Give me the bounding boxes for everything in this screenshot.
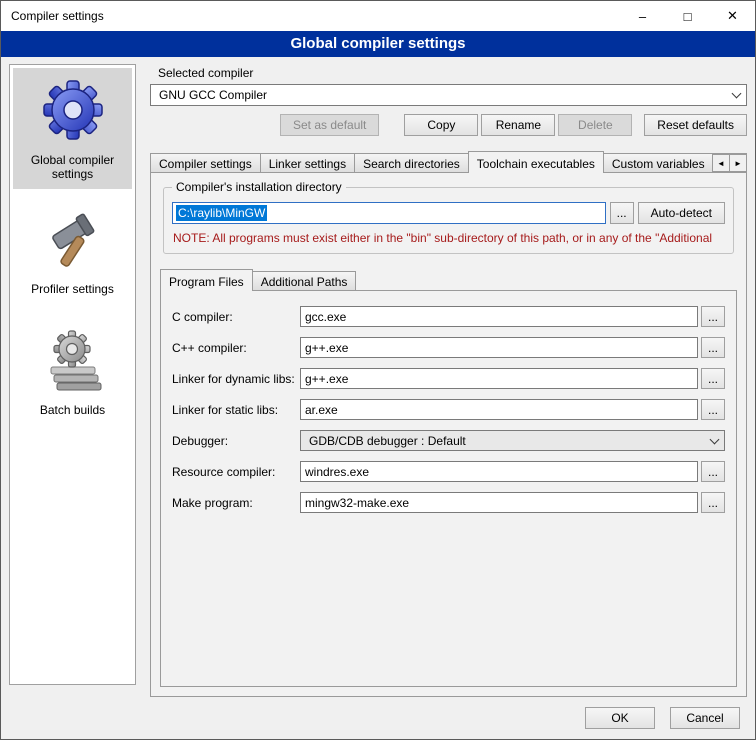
ok-button[interactable]: OK <box>585 707 655 729</box>
sidebar: Global compiler settings Profiler settin… <box>9 64 136 685</box>
right-arrow-icon: ► <box>734 159 742 168</box>
linker-dynamic-label: Linker for dynamic libs: <box>172 372 300 386</box>
set-as-default-button[interactable]: Set as default <box>280 114 379 136</box>
install-dir-browse-button[interactable]: ... <box>610 202 634 224</box>
cpp-compiler-label: C++ compiler: <box>172 341 300 355</box>
c-compiler-browse-button[interactable]: ... <box>701 306 725 327</box>
subtab-strip: Program Files Additional Paths <box>160 268 737 291</box>
linker-static-browse-button[interactable]: ... <box>701 399 725 420</box>
sidebar-item-profiler-settings[interactable]: Profiler settings <box>13 203 132 304</box>
sidebar-item-label: Global compiler settings <box>15 153 130 181</box>
compiler-select[interactable]: GNU GCC Compiler <box>150 84 747 106</box>
note-text: NOTE: All programs must exist either in … <box>173 231 724 245</box>
install-dir-selected-text: C:\raylib\MinGW <box>176 205 267 221</box>
compiler-buttons-row: Set as default Copy Rename Delete Reset … <box>150 114 747 136</box>
sidebar-item-global-compiler-settings[interactable]: Global compiler settings <box>13 68 132 189</box>
program-files-panel: C compiler: ... C++ compiler: ... Linker… <box>160 290 737 687</box>
make-program-label: Make program: <box>172 496 300 510</box>
program-subtabs: Program Files Additional Paths <box>160 268 737 291</box>
form-row-make-program: Make program: ... <box>172 492 725 513</box>
rename-button[interactable]: Rename <box>481 114 555 136</box>
debugger-label: Debugger: <box>172 434 300 448</box>
resource-compiler-label: Resource compiler: <box>172 465 300 479</box>
form-row-resource-compiler: Resource compiler: ... <box>172 461 725 482</box>
tab-custom-variables[interactable]: Custom variables <box>603 153 714 173</box>
minimize-button[interactable]: – <box>620 1 665 31</box>
cpp-compiler-input[interactable] <box>300 337 698 358</box>
debugger-select[interactable]: GDB/CDB debugger : Default <box>300 430 725 451</box>
dialog-content: Global compiler settings Profiler settin… <box>1 57 755 697</box>
titlebar: Compiler settings – □ ✕ <box>1 1 755 31</box>
auto-detect-button[interactable]: Auto-detect <box>638 202 725 224</box>
c-compiler-label: C compiler: <box>172 310 300 324</box>
cancel-button[interactable]: Cancel <box>670 707 740 729</box>
main-tabs: Compiler settings Linker settings Search… <box>150 150 747 173</box>
dialog-header: Global compiler settings <box>1 31 755 57</box>
sidebar-item-label: Batch builds <box>40 403 105 417</box>
install-dir-group-title: Compiler's installation directory <box>172 180 346 194</box>
form-row-debugger: Debugger: GDB/CDB debugger : Default <box>172 430 725 451</box>
tab-strip: Compiler settings Linker settings Search… <box>150 150 747 173</box>
form-row-cpp-compiler: C++ compiler: ... <box>172 337 725 358</box>
chevron-down-icon <box>726 85 746 105</box>
left-arrow-icon: ◄ <box>717 159 725 168</box>
compiler-select-value: GNU GCC Compiler <box>159 88 267 102</box>
chevron-down-icon <box>704 431 724 450</box>
resource-compiler-input[interactable] <box>300 461 698 482</box>
install-dir-group: Compiler's installation directory C:\ray… <box>163 187 734 254</box>
form-row-linker-static: Linker for static libs: ... <box>172 399 725 420</box>
tab-linker-settings[interactable]: Linker settings <box>260 153 355 173</box>
resource-compiler-browse-button[interactable]: ... <box>701 461 725 482</box>
compiler-settings-window: Compiler settings – □ ✕ Global compiler … <box>0 0 756 740</box>
debugger-select-value: GDB/CDB debugger : Default <box>309 434 466 448</box>
tab-toolchain-executables[interactable]: Toolchain executables <box>468 151 604 173</box>
c-compiler-input[interactable] <box>300 306 698 327</box>
cpp-compiler-browse-button[interactable]: ... <box>701 337 725 358</box>
selected-compiler-label: Selected compiler <box>158 66 747 80</box>
maximize-button[interactable]: □ <box>665 1 710 31</box>
sidebar-item-batch-builds[interactable]: Batch builds <box>13 318 132 425</box>
close-button[interactable]: ✕ <box>710 1 755 31</box>
dialog-footer: OK Cancel <box>1 697 755 739</box>
form-row-linker-dynamic: Linker for dynamic libs: ... <box>172 368 725 389</box>
window-controls: – □ ✕ <box>620 1 755 31</box>
linker-static-label: Linker for static libs: <box>172 403 300 417</box>
toolchain-executables-panel: Compiler's installation directory C:\ray… <box>150 172 747 697</box>
linker-static-input[interactable] <box>300 399 698 420</box>
gears-stack-icon <box>41 328 105 395</box>
tab-scroll-right-button[interactable]: ► <box>729 154 747 172</box>
window-title: Compiler settings <box>1 9 104 23</box>
tab-scroll-left-button[interactable]: ◄ <box>712 154 730 172</box>
tab-compiler-settings[interactable]: Compiler settings <box>150 153 261 173</box>
hammer-icon <box>41 213 105 274</box>
reset-defaults-button[interactable]: Reset defaults <box>644 114 747 136</box>
subtab-program-files[interactable]: Program Files <box>160 269 253 291</box>
copy-button[interactable]: Copy <box>404 114 478 136</box>
delete-button[interactable]: Delete <box>558 114 632 136</box>
linker-dynamic-browse-button[interactable]: ... <box>701 368 725 389</box>
gear-icon <box>41 78 105 145</box>
install-dir-row: C:\raylib\MinGW ... Auto-detect <box>172 202 725 224</box>
tab-scroll-buttons: ◄ ► <box>713 154 747 172</box>
make-program-browse-button[interactable]: ... <box>701 492 725 513</box>
subtab-additional-paths[interactable]: Additional Paths <box>252 271 357 291</box>
sidebar-item-label: Profiler settings <box>31 282 114 296</box>
make-program-input[interactable] <box>300 492 698 513</box>
tab-search-directories[interactable]: Search directories <box>354 153 469 173</box>
form-row-c-compiler: C compiler: ... <box>172 306 725 327</box>
install-dir-input[interactable]: C:\raylib\MinGW <box>172 202 606 224</box>
linker-dynamic-input[interactable] <box>300 368 698 389</box>
main-area: Selected compiler GNU GCC Compiler Set a… <box>150 64 747 697</box>
